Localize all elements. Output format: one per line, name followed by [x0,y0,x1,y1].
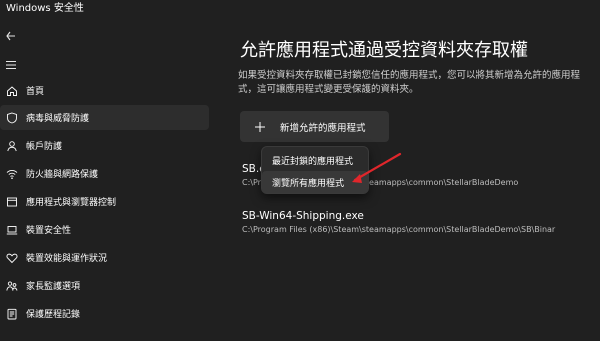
sidebar-item-label: 帳戶防護 [26,142,63,152]
sidebar-item-label: 首頁 [26,87,45,97]
sidebar-item-account-protection[interactable]: 帳戶防護 [0,133,209,158]
sidebar-item-device-security[interactable]: 裝置安全性 [0,217,209,242]
sidebar-item-label: 保護歷程記錄 [26,310,81,320]
person-icon [0,140,22,152]
menu-item-label: 瀏覽所有應用程式 [272,178,345,189]
home-icon [0,85,22,97]
page-description: 如果受控資料夾存取權已封鎖您信任的應用程式，您可以將其新增為允許的應用程式，這可… [238,70,581,95]
wifi-icon [0,168,22,180]
sidebar-item-home[interactable]: 首頁 [0,78,209,103]
heart-icon [0,252,22,264]
menu-item-recently-blocked[interactable]: 最近封鎖的應用程式 [262,149,368,171]
sidebar-item-label: 防火牆與網路保護 [26,170,99,180]
sidebar-item-firewall[interactable]: 防火牆與網路保護 [0,161,209,186]
sidebar-item-protection-history[interactable]: 保護歷程記錄 [0,301,209,326]
history-icon [0,308,22,320]
menu-item-browse-all-apps[interactable]: 瀏覽所有應用程式 [262,171,368,193]
app-path: C:\Program Files (x86)\Steam\steamapps\c… [242,225,556,234]
hamburger-icon [6,60,16,70]
sidebar-item-family-options[interactable]: 家長監護選項 [0,273,209,298]
sidebar-item-label: 裝置效能與運作狀況 [26,254,108,264]
app-name: SB-Win64-Shipping.exe [242,210,364,222]
add-app-dropdown-menu: 最近封鎖的應用程式 瀏覽所有應用程式 [261,146,369,194]
app-browser-icon [0,196,22,208]
sidebar-item-device-health[interactable]: 裝置效能與運作狀況 [0,245,209,270]
add-allowed-app-label: 新增允許的應用程式 [280,122,366,134]
plus-icon [255,121,265,132]
sidebar-item-label: 病毒與威脅防護 [26,114,90,124]
hamburger-menu-button[interactable] [2,56,20,74]
sidebar-item-label: 應用程式與瀏覽器控制 [26,198,117,208]
shield-icon [0,112,22,124]
family-icon [0,280,22,292]
allowed-app-item[interactable]: SB-Win64-Shipping.exe C:\Program Files (… [242,210,555,234]
sidebar-item-label: 裝置安全性 [26,226,72,236]
back-arrow-icon [6,31,15,41]
sidebar-item-virus-protection[interactable]: 病毒與威脅防護 [0,105,209,130]
menu-item-label: 最近封鎖的應用程式 [272,156,354,167]
sidebar-item-app-browser-control[interactable]: 應用程式與瀏覽器控制 [0,189,209,214]
back-button[interactable] [2,27,20,45]
sidebar-item-label: 家長監護選項 [26,282,81,292]
page-title: 允許應用程式通過受控資料夾存取權 [240,40,528,61]
laptop-icon [0,224,22,236]
add-allowed-app-button[interactable]: 新增允許的應用程式 [240,111,389,142]
